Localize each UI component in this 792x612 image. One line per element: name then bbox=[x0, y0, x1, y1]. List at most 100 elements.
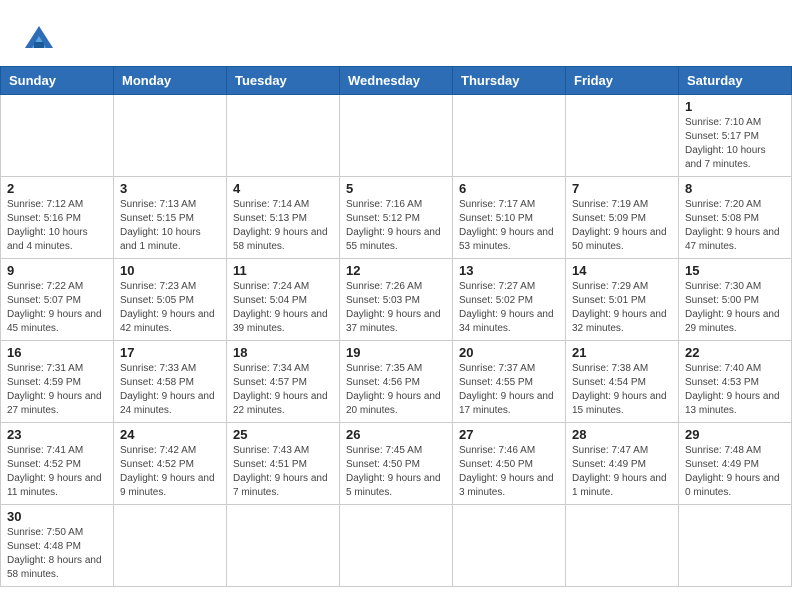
day-number: 5 bbox=[346, 181, 446, 196]
calendar-week-row: 30Sunrise: 7:50 AM Sunset: 4:48 PM Dayli… bbox=[1, 505, 792, 587]
calendar-cell bbox=[114, 95, 227, 177]
day-info: Sunrise: 7:34 AM Sunset: 4:57 PM Dayligh… bbox=[233, 362, 333, 418]
day-info: Sunrise: 7:17 AM Sunset: 5:10 PM Dayligh… bbox=[459, 198, 559, 254]
day-number: 10 bbox=[120, 263, 220, 278]
calendar-cell: 27Sunrise: 7:46 AM Sunset: 4:50 PM Dayli… bbox=[453, 423, 566, 505]
calendar-cell bbox=[566, 505, 679, 587]
day-number: 26 bbox=[346, 427, 446, 442]
calendar-cell: 17 Sunrise: 7:33 AM Sunset: 4:58 PM Dayli… bbox=[114, 341, 227, 423]
calendar-cell: 21Sunrise: 7:38 AM Sunset: 4:54 PM Dayli… bbox=[566, 341, 679, 423]
day-number: 25 bbox=[233, 427, 333, 442]
day-info: Sunrise: 7:47 AM Sunset: 4:49 PM Dayligh… bbox=[572, 444, 672, 500]
calendar-cell: 8Sunrise: 7:20 AM Sunset: 5:08 PM Daylig… bbox=[679, 177, 792, 259]
calendar-week-row: 9 Sunrise: 7:22 AM Sunset: 5:07 PM Daylig… bbox=[1, 259, 792, 341]
day-info: Sunrise: 7:12 AM Sunset: 5:16 PM Dayligh… bbox=[7, 198, 107, 254]
day-number: 6 bbox=[459, 181, 559, 196]
day-info: Sunrise: 7:24 AM Sunset: 5:04 PM Dayligh… bbox=[233, 280, 333, 336]
calendar-week-row: 2 Sunrise: 7:12 AM Sunset: 5:16 PM Daylig… bbox=[1, 177, 792, 259]
day-info: Sunrise: 7:33 AM Sunset: 4:58 PM Dayligh… bbox=[120, 362, 220, 418]
day-number: 29 bbox=[685, 427, 785, 442]
day-info: Sunrise: 7:31 AM Sunset: 4:59 PM Dayligh… bbox=[7, 362, 107, 418]
day-of-week-header: Monday bbox=[114, 67, 227, 95]
day-of-week-header: Thursday bbox=[453, 67, 566, 95]
day-info: Sunrise: 7:50 AM Sunset: 4:48 PM Dayligh… bbox=[7, 526, 107, 582]
calendar-cell: 19Sunrise: 7:35 AM Sunset: 4:56 PM Dayli… bbox=[340, 341, 453, 423]
day-number: 24 bbox=[120, 427, 220, 442]
logo-icon bbox=[20, 18, 58, 56]
calendar-cell: 29 Sunrise: 7:48 AM Sunset: 4:49 PM Dayli… bbox=[679, 423, 792, 505]
header bbox=[0, 0, 792, 66]
day-number: 8 bbox=[685, 181, 785, 196]
calendar-cell: 1 Sunrise: 7:10 AM Sunset: 5:17 PM Daylig… bbox=[679, 95, 792, 177]
calendar-cell: 11 Sunrise: 7:24 AM Sunset: 5:04 PM Dayli… bbox=[227, 259, 340, 341]
calendar-cell: 10 Sunrise: 7:23 AM Sunset: 5:05 PM Dayli… bbox=[114, 259, 227, 341]
day-number: 22 bbox=[685, 345, 785, 360]
calendar-cell: 18 Sunrise: 7:34 AM Sunset: 4:57 PM Dayli… bbox=[227, 341, 340, 423]
calendar-cell bbox=[114, 505, 227, 587]
day-info: Sunrise: 7:43 AM Sunset: 4:51 PM Dayligh… bbox=[233, 444, 333, 500]
calendar-cell: 12Sunrise: 7:26 AM Sunset: 5:03 PM Dayli… bbox=[340, 259, 453, 341]
calendar-cell: 7 Sunrise: 7:19 AM Sunset: 5:09 PM Daylig… bbox=[566, 177, 679, 259]
day-of-week-header: Wednesday bbox=[340, 67, 453, 95]
calendar-cell: 3 Sunrise: 7:13 AM Sunset: 5:15 PM Daylig… bbox=[114, 177, 227, 259]
day-number: 3 bbox=[120, 181, 220, 196]
day-number: 18 bbox=[233, 345, 333, 360]
day-info: Sunrise: 7:16 AM Sunset: 5:12 PM Dayligh… bbox=[346, 198, 446, 254]
calendar-cell: 23Sunrise: 7:41 AM Sunset: 4:52 PM Dayli… bbox=[1, 423, 114, 505]
day-info: Sunrise: 7:22 AM Sunset: 5:07 PM Dayligh… bbox=[7, 280, 107, 336]
day-info: Sunrise: 7:38 AM Sunset: 4:54 PM Dayligh… bbox=[572, 362, 672, 418]
day-number: 15 bbox=[685, 263, 785, 278]
day-number: 20 bbox=[459, 345, 559, 360]
calendar-cell: 14Sunrise: 7:29 AM Sunset: 5:01 PM Dayli… bbox=[566, 259, 679, 341]
calendar-week-row: 16 Sunrise: 7:31 AM Sunset: 4:59 PM Dayli… bbox=[1, 341, 792, 423]
calendar-cell bbox=[340, 95, 453, 177]
calendar-cell: 4 Sunrise: 7:14 AM Sunset: 5:13 PM Daylig… bbox=[227, 177, 340, 259]
logo bbox=[20, 18, 64, 56]
day-number: 12 bbox=[346, 263, 446, 278]
calendar-week-row: 1 Sunrise: 7:10 AM Sunset: 5:17 PM Daylig… bbox=[1, 95, 792, 177]
day-number: 1 bbox=[685, 99, 785, 114]
calendar-cell: 25 Sunrise: 7:43 AM Sunset: 4:51 PM Dayli… bbox=[227, 423, 340, 505]
day-number: 16 bbox=[7, 345, 107, 360]
day-of-week-header: Saturday bbox=[679, 67, 792, 95]
calendar-cell: 2 Sunrise: 7:12 AM Sunset: 5:16 PM Daylig… bbox=[1, 177, 114, 259]
calendar-week-row: 23Sunrise: 7:41 AM Sunset: 4:52 PM Dayli… bbox=[1, 423, 792, 505]
day-info: Sunrise: 7:19 AM Sunset: 5:09 PM Dayligh… bbox=[572, 198, 672, 254]
day-number: 4 bbox=[233, 181, 333, 196]
day-number: 11 bbox=[233, 263, 333, 278]
day-number: 17 bbox=[120, 345, 220, 360]
calendar-cell: 5 Sunrise: 7:16 AM Sunset: 5:12 PM Daylig… bbox=[340, 177, 453, 259]
day-of-week-header: Tuesday bbox=[227, 67, 340, 95]
day-number: 7 bbox=[572, 181, 672, 196]
day-info: Sunrise: 7:40 AM Sunset: 4:53 PM Dayligh… bbox=[685, 362, 785, 418]
day-info: Sunrise: 7:29 AM Sunset: 5:01 PM Dayligh… bbox=[572, 280, 672, 336]
calendar-header: SundayMondayTuesdayWednesdayThursdayFrid… bbox=[1, 67, 792, 95]
day-number: 2 bbox=[7, 181, 107, 196]
day-number: 28 bbox=[572, 427, 672, 442]
day-of-week-header: Sunday bbox=[1, 67, 114, 95]
day-info: Sunrise: 7:42 AM Sunset: 4:52 PM Dayligh… bbox=[120, 444, 220, 500]
calendar-cell bbox=[453, 95, 566, 177]
calendar-cell bbox=[566, 95, 679, 177]
calendar: SundayMondayTuesdayWednesdayThursdayFrid… bbox=[0, 66, 792, 587]
day-number: 23 bbox=[7, 427, 107, 442]
calendar-cell: 16 Sunrise: 7:31 AM Sunset: 4:59 PM Dayli… bbox=[1, 341, 114, 423]
calendar-cell: 26 Sunrise: 7:45 AM Sunset: 4:50 PM Dayli… bbox=[340, 423, 453, 505]
day-info: Sunrise: 7:10 AM Sunset: 5:17 PM Dayligh… bbox=[685, 116, 785, 172]
day-info: Sunrise: 7:23 AM Sunset: 5:05 PM Dayligh… bbox=[120, 280, 220, 336]
calendar-body: 1 Sunrise: 7:10 AM Sunset: 5:17 PM Daylig… bbox=[1, 95, 792, 587]
day-info: Sunrise: 7:46 AM Sunset: 4:50 PM Dayligh… bbox=[459, 444, 559, 500]
day-info: Sunrise: 7:14 AM Sunset: 5:13 PM Dayligh… bbox=[233, 198, 333, 254]
calendar-cell: 13Sunrise: 7:27 AM Sunset: 5:02 PM Dayli… bbox=[453, 259, 566, 341]
day-info: Sunrise: 7:45 AM Sunset: 4:50 PM Dayligh… bbox=[346, 444, 446, 500]
day-number: 13 bbox=[459, 263, 559, 278]
day-info: Sunrise: 7:48 AM Sunset: 4:49 PM Dayligh… bbox=[685, 444, 785, 500]
day-info: Sunrise: 7:13 AM Sunset: 5:15 PM Dayligh… bbox=[120, 198, 220, 254]
calendar-cell: 15Sunrise: 7:30 AM Sunset: 5:00 PM Dayli… bbox=[679, 259, 792, 341]
calendar-cell: 30Sunrise: 7:50 AM Sunset: 4:48 PM Dayli… bbox=[1, 505, 114, 587]
calendar-cell bbox=[340, 505, 453, 587]
calendar-cell bbox=[679, 505, 792, 587]
calendar-cell: 9 Sunrise: 7:22 AM Sunset: 5:07 PM Daylig… bbox=[1, 259, 114, 341]
calendar-cell: 6 Sunrise: 7:17 AM Sunset: 5:10 PM Daylig… bbox=[453, 177, 566, 259]
day-number: 9 bbox=[7, 263, 107, 278]
